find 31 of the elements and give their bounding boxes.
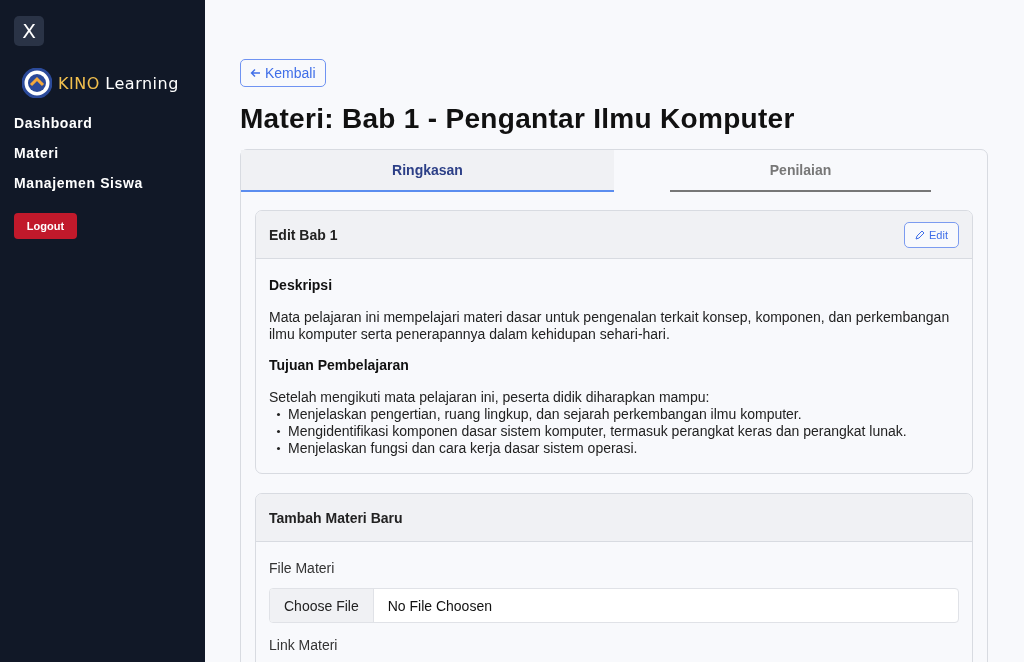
nav-link[interactable]: Dashboard bbox=[14, 114, 191, 133]
arrow-left-icon bbox=[250, 68, 261, 78]
nav-link[interactable]: Manajemen Siswa bbox=[14, 174, 191, 193]
section-heading: Tujuan Pembelajaran bbox=[269, 357, 410, 373]
file-name: No File Choosen bbox=[386, 596, 493, 616]
field-label: Link Materi bbox=[269, 637, 339, 653]
edit-button[interactable]: Edit bbox=[904, 221, 959, 248]
card-title: Edit Bab 1 bbox=[269, 226, 338, 243]
tab[interactable]: Penilaian bbox=[614, 150, 987, 192]
nav-link[interactable]: Materi bbox=[14, 144, 191, 163]
page-title: Materi: Bab 1 - Pengantar Ilmu Komputer bbox=[240, 103, 796, 135]
back-button[interactable]: Kembali bbox=[240, 59, 326, 87]
pencil-icon bbox=[915, 229, 926, 240]
brand-name: KINO Learning bbox=[58, 73, 179, 93]
field-label: File Materi bbox=[269, 560, 336, 576]
list-item: Mengidentifikasi komponen dasar sistem komputer, termasuk perangkat keras dan perangkat lunak. bbox=[288, 423, 907, 440]
card-title: Tambah Materi Baru bbox=[269, 509, 403, 526]
logout-button[interactable]: Logout bbox=[14, 213, 77, 239]
tab[interactable]: Ringkasan bbox=[241, 150, 614, 192]
bullet-icon bbox=[277, 430, 280, 433]
bullet-icon bbox=[277, 447, 280, 450]
section-heading: Deskripsi bbox=[269, 277, 334, 293]
paragraph: Setelah mengikuti mata pelajaran ini, peserta didik diharapkan mampu: bbox=[269, 389, 711, 406]
bullet-icon bbox=[277, 413, 280, 416]
list-item: Menjelaskan fungsi dan cara kerja dasar sistem operasi. bbox=[288, 440, 638, 457]
choose-file-button[interactable]: Choose File bbox=[270, 589, 374, 622]
close-button[interactable]: X bbox=[14, 16, 44, 46]
school-emblem-icon bbox=[22, 68, 52, 98]
file-input[interactable]: Choose File No File Choosen bbox=[269, 588, 959, 623]
paragraph: Mata pelajaran ini mempelajari materi dasar untuk pengenalan terkait konsep, komponen, dan perkembangan ilmu komputer serta penerapannya dalam kehidupan sehari-hari. bbox=[269, 309, 951, 343]
list-item: Menjelaskan pengertian, ruang lingkup, dan sejarah perkembangan ilmu komputer. bbox=[288, 406, 802, 423]
